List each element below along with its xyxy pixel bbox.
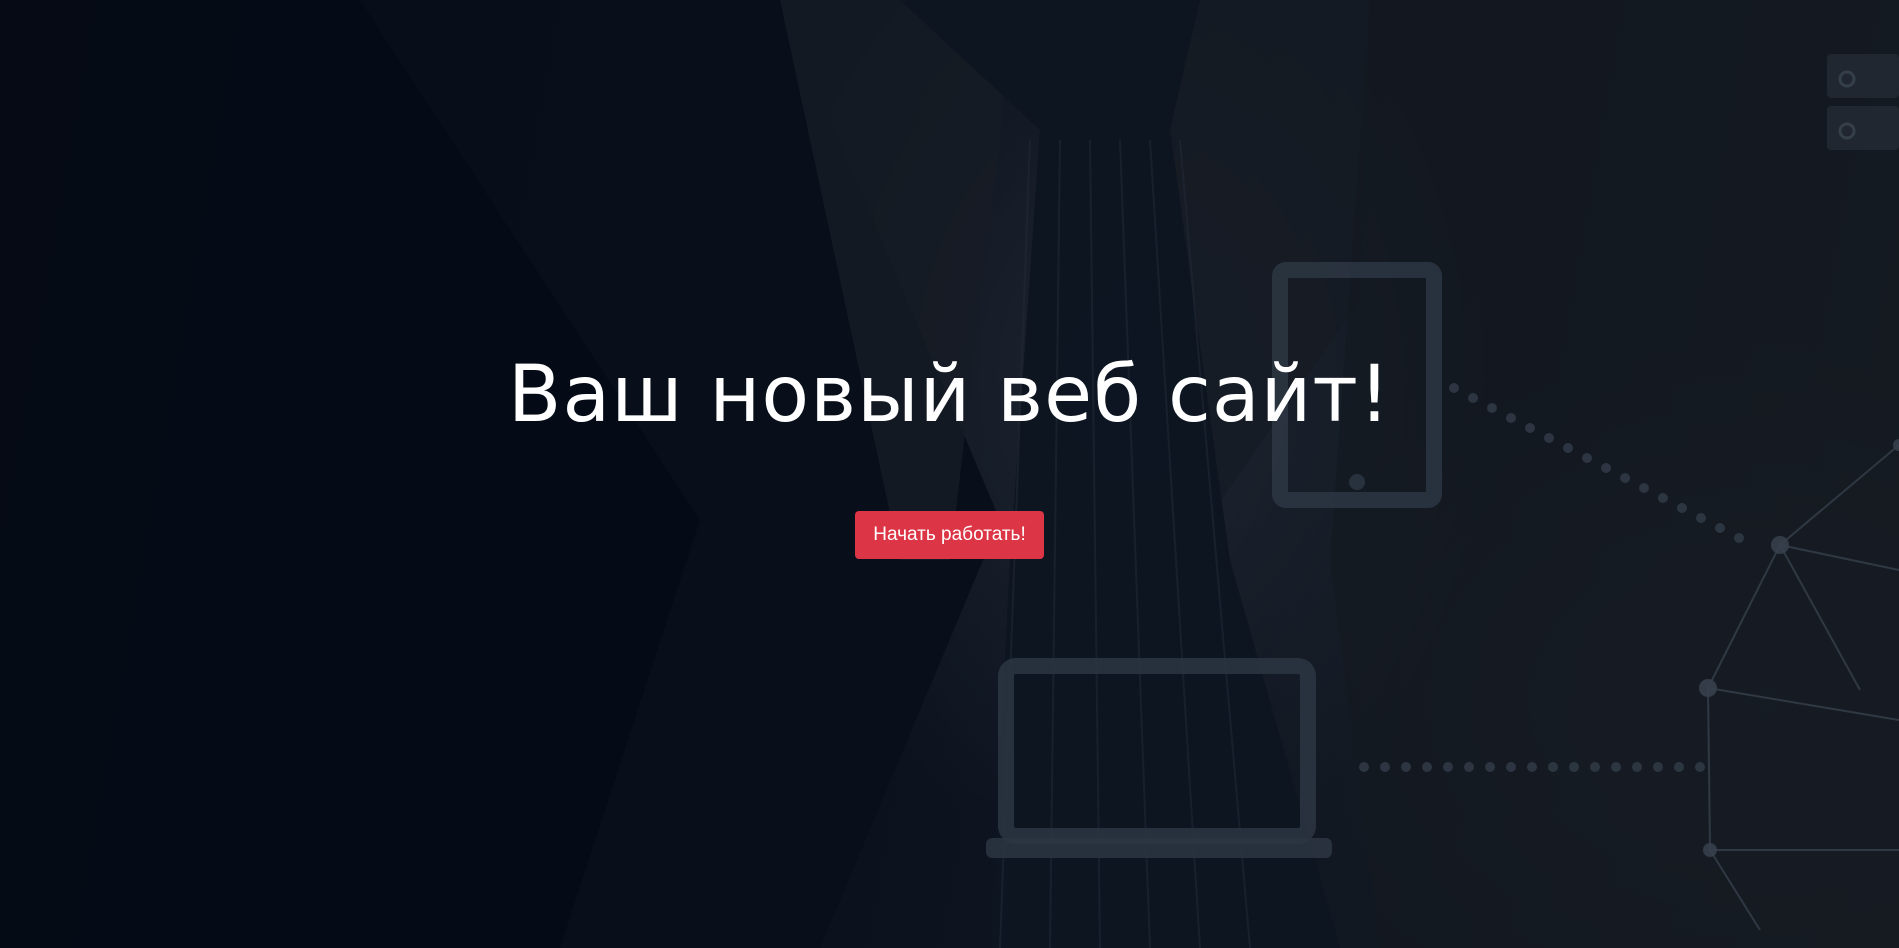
get-started-button[interactable]: Начать работать! (855, 511, 1044, 559)
hero-title: Ваш новый веб сайт! (507, 350, 1392, 440)
hero-content: Ваш новый веб сайт! Начать работать! (0, 0, 1899, 948)
hero-section: Ваш новый веб сайт! Начать работать! (0, 0, 1899, 948)
